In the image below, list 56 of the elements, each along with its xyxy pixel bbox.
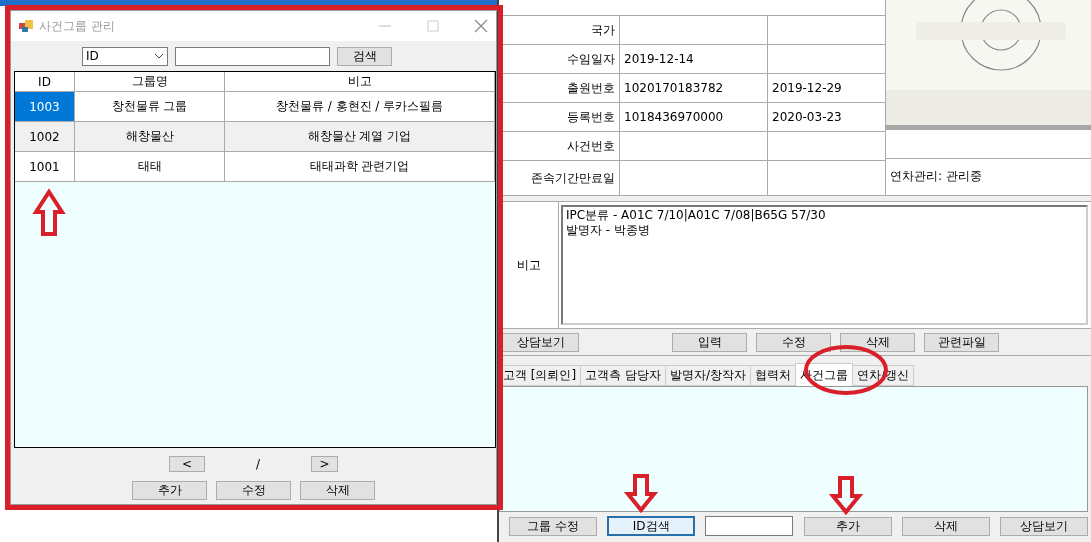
- table-cell[interactable]: 해창물산: [75, 122, 225, 152]
- field-label: 사건번호: [567, 137, 615, 155]
- chevron-icon: [154, 53, 164, 59]
- arrow-icon: [32, 188, 66, 236]
- field-label: 비고: [516, 256, 541, 274]
- field-value: 1018436970000: [624, 110, 724, 124]
- column-header: ID: [15, 72, 75, 92]
- action-button[interactable]: 삭제: [901, 516, 990, 536]
- arrow-icon: [828, 476, 864, 516]
- table-cell[interactable]: 1001: [15, 152, 75, 182]
- column-header: 그룹명: [75, 72, 225, 92]
- field-value: 2019-12-29: [772, 81, 842, 95]
- table-cell[interactable]: 1002: [15, 122, 75, 152]
- table-cell[interactable]: 태태과학 관련기업: [225, 152, 495, 182]
- close-icon[interactable]: [474, 19, 488, 33]
- action-button[interactable]: 추가: [132, 481, 207, 500]
- search-type-dropdown[interactable]: ID: [82, 46, 168, 66]
- page-indicator: /: [254, 457, 261, 471]
- tab[interactable]: 협력처: [750, 365, 797, 386]
- field-value: 2020-03-23: [772, 110, 842, 124]
- table-cell[interactable]: 1003: [15, 92, 75, 122]
- status-text: 연차관리: 관리중: [890, 168, 982, 185]
- remarks-field[interactable]: IPC분류 - A01C 7/10|A01C 7/08|B65G 57/30 발명자 - 박종병: [561, 205, 1088, 325]
- next-button[interactable]: >: [311, 456, 338, 472]
- consult-button[interactable]: 상담보기: [502, 332, 579, 352]
- previous-button[interactable]: <: [169, 456, 205, 472]
- field-label: 등록번호: [567, 108, 615, 126]
- table-cell[interactable]: 창천물류 그룹: [75, 92, 225, 122]
- field-label: 수임일자: [567, 50, 615, 68]
- field-value: 1020170183782: [624, 81, 724, 95]
- action-button[interactable]: 상담보기: [999, 516, 1088, 536]
- action-button[interactable]: 그룹 수정: [509, 516, 597, 536]
- action-button[interactable]: 삭제: [300, 481, 375, 500]
- field-value: 2019-12-14: [624, 52, 694, 66]
- action-button[interactable]: 수정: [756, 332, 831, 352]
- action-button[interactable]: 삭제: [840, 332, 915, 352]
- field-label: 국가: [591, 21, 615, 39]
- tab[interactable]: 발명자/창작자: [665, 365, 752, 386]
- window-title: 사건그룹 관리: [39, 17, 116, 35]
- action-button[interactable]: ID검색: [607, 516, 696, 536]
- table-cell[interactable]: 태태: [75, 152, 225, 182]
- field-label: 출원번호: [567, 79, 615, 97]
- search-button[interactable]: 검색: [337, 46, 392, 66]
- action-button[interactable]: 수정: [216, 481, 291, 500]
- action-button[interactable]: 추가: [803, 516, 892, 536]
- action-button[interactable]: 관련파일: [924, 332, 999, 352]
- table-cell[interactable]: 창천물류 / 홍현진 / 루카스필름: [225, 92, 495, 122]
- search-field[interactable]: [175, 46, 330, 66]
- arrow-icon: [623, 474, 659, 514]
- tab[interactable]: 고객측 담당자: [580, 365, 666, 386]
- table-cell[interactable]: 해창물산 계열 기업: [225, 122, 495, 152]
- action-button[interactable]: 입력: [672, 332, 747, 352]
- column-header: 비고: [225, 72, 495, 92]
- input-field[interactable]: [705, 516, 794, 536]
- app-icon: [19, 20, 33, 32]
- field-label: 존속기간만료일: [531, 169, 615, 187]
